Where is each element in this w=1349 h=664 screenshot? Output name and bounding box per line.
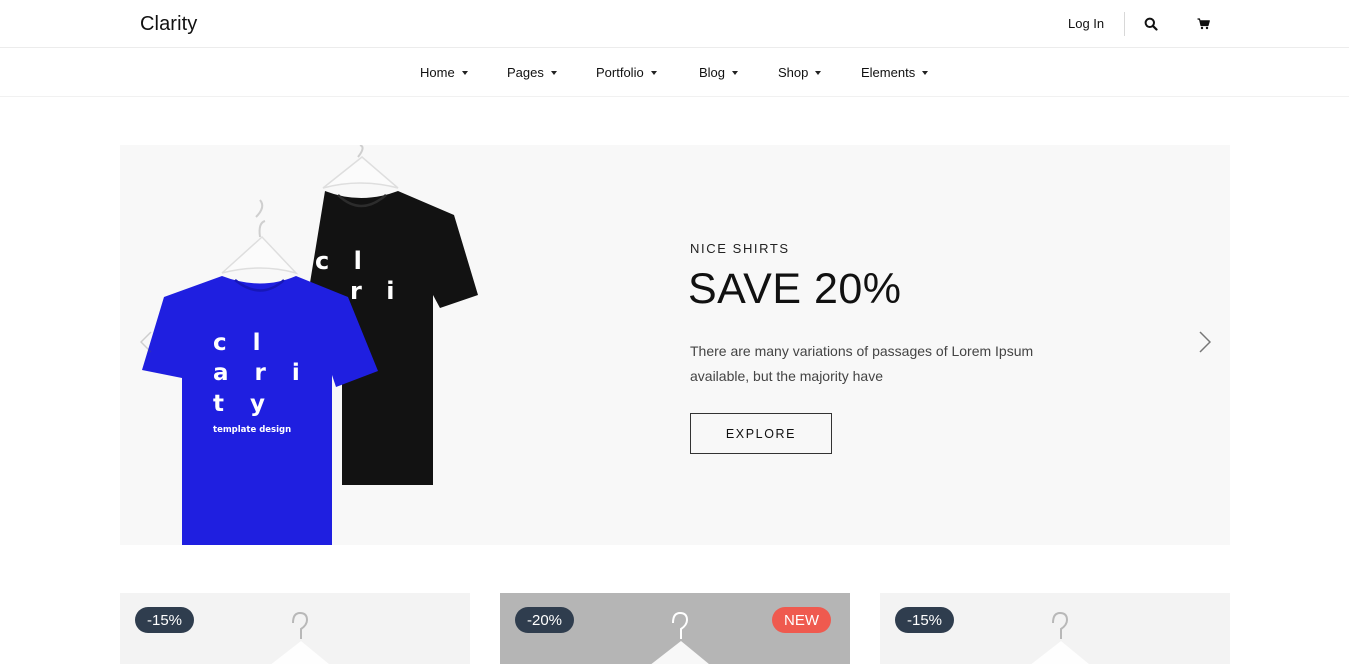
- search-icon: [1144, 17, 1158, 31]
- nav-item-label: Shop: [778, 65, 809, 80]
- slider-prev-button[interactable]: [136, 327, 156, 357]
- hanger-image: [271, 611, 329, 664]
- hanger-image: [651, 611, 709, 664]
- chevron-left-icon: [140, 331, 152, 353]
- login-link[interactable]: Log In: [1068, 16, 1104, 31]
- back-shirt-text-1: c l: [315, 247, 370, 275]
- product-card[interactable]: -20% NEW: [500, 593, 850, 664]
- header-divider: [1124, 12, 1125, 36]
- nav-item-pages[interactable]: Pages: [507, 65, 557, 80]
- cart-icon: [1197, 18, 1210, 30]
- caret-down-icon: [732, 71, 739, 75]
- nav-item-label: Blog: [699, 65, 726, 80]
- nav-item-shop[interactable]: Shop: [778, 65, 822, 80]
- explore-button[interactable]: EXPLORE: [690, 413, 832, 454]
- front-shirt-text-2: a r i: [213, 360, 309, 386]
- hero-eyebrow: NICE SHIRTS: [690, 241, 790, 256]
- front-shirt-text-3: t y: [213, 391, 274, 417]
- site-logo[interactable]: Clarity: [140, 13, 197, 36]
- search-button[interactable]: [1141, 14, 1161, 34]
- back-shirt-text-2: r i: [350, 277, 402, 305]
- front-shirt-text-1: c l: [213, 330, 270, 356]
- cart-button[interactable]: [1193, 14, 1213, 34]
- discount-badge: -15%: [895, 607, 955, 633]
- nav-item-blog[interactable]: Blog: [699, 65, 739, 80]
- new-badge: NEW: [772, 607, 831, 633]
- nav-item-label: Portfolio: [596, 65, 644, 80]
- slider-next-button[interactable]: [1195, 327, 1215, 357]
- caret-down-icon: [550, 71, 557, 75]
- hanger-image: [1031, 611, 1089, 664]
- product-card[interactable]: -15%: [120, 593, 470, 664]
- nav-item-portfolio[interactable]: Portfolio: [596, 65, 657, 80]
- nav-item-home[interactable]: Home: [420, 65, 468, 80]
- caret-down-icon: [650, 71, 657, 75]
- caret-down-icon: [922, 71, 929, 75]
- nav-item-label: Elements: [861, 65, 916, 80]
- tshirts-image: c l r i c l a r i t y template design: [142, 145, 478, 545]
- discount-badge: -20%: [515, 607, 575, 633]
- caret-down-icon: [461, 71, 468, 75]
- discount-badge: -15%: [135, 607, 195, 633]
- nav-item-elements[interactable]: Elements: [861, 65, 929, 80]
- chevron-right-icon: [1199, 331, 1211, 353]
- hero-headline: SAVE 20%: [688, 265, 902, 313]
- top-header: Clarity Log In: [0, 0, 1349, 48]
- caret-down-icon: [815, 71, 822, 75]
- hero-description: There are many variations of passages of…: [690, 343, 1034, 384]
- nav-item-label: Pages: [507, 65, 544, 80]
- hero-slider: c l r i c l a r i t y template design NI…: [120, 145, 1230, 545]
- main-nav: Home Pages Portfolio Blog Shop Elements: [0, 48, 1349, 97]
- nav-item-label: Home: [420, 65, 455, 80]
- front-shirt-text-4: template design: [213, 425, 291, 435]
- product-card[interactable]: -15%: [880, 593, 1230, 664]
